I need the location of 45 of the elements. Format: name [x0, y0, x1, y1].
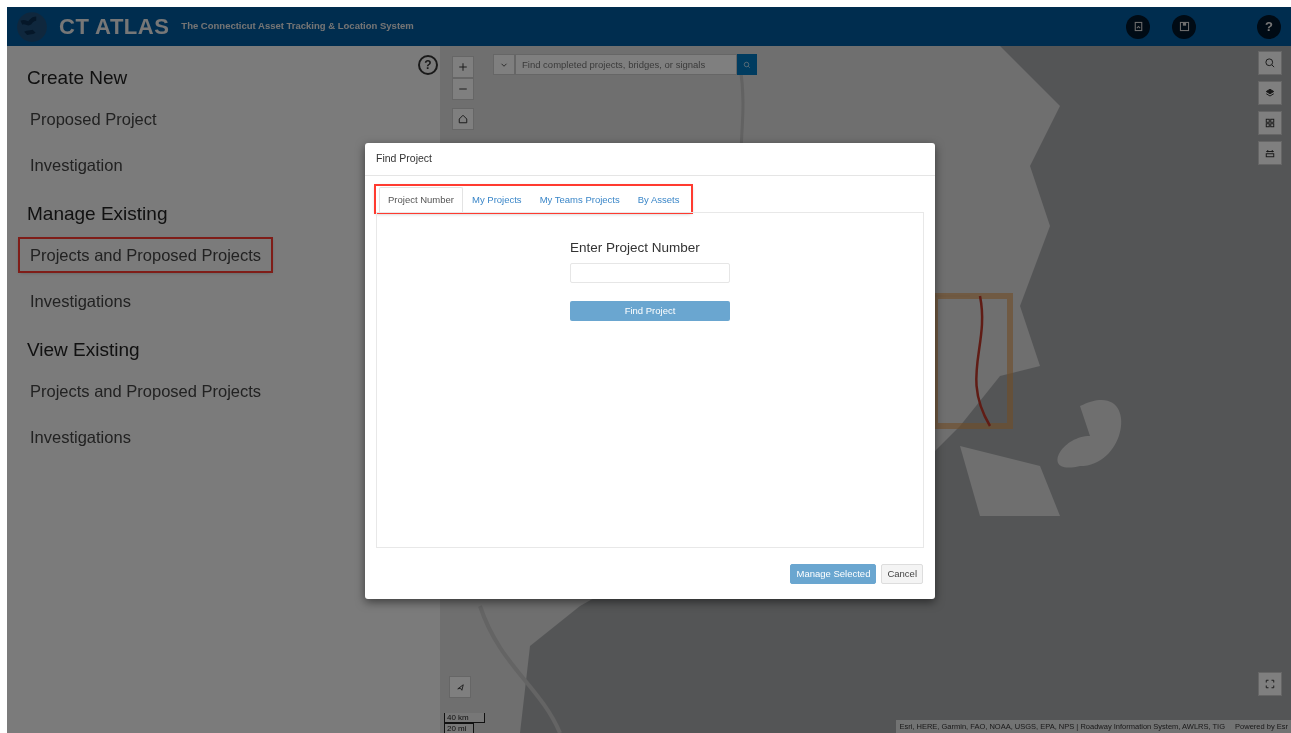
help-button[interactable]: ? [418, 55, 438, 75]
app-title: CT ATLAS [59, 13, 170, 41]
home-button[interactable] [452, 108, 474, 130]
search-icon [1264, 57, 1276, 69]
manage-selected-button[interactable]: Manage Selected [790, 563, 877, 584]
section-heading: Create New [27, 66, 128, 90]
fullscreen-button[interactable] [1258, 672, 1282, 696]
search-field[interactable]: Find completed projects, bridges, or signals [515, 54, 737, 75]
sidebar-link[interactable]: Investigations [20, 285, 141, 318]
dialog-title: Find Project [365, 143, 935, 177]
locate-icon [454, 681, 466, 693]
sidebar-link[interactable]: Investigation [20, 149, 133, 182]
measure-button[interactable] [1258, 141, 1282, 165]
help-button[interactable]: ? [1257, 14, 1281, 39]
layers-icon [1264, 87, 1276, 99]
sidebar-link[interactable]: Projects and Proposed Projects [20, 374, 272, 408]
field-label: Enter Project Number [570, 239, 701, 258]
zoom-in-button[interactable] [452, 56, 474, 78]
search-button[interactable] [1258, 51, 1282, 75]
zoom-out-button[interactable] [452, 78, 474, 100]
section-heading: View Existing [27, 338, 140, 362]
sidebar-link[interactable]: Proposed Project [20, 102, 167, 136]
app-subtitle: The Connecticut Asset Tracking & Location System [181, 19, 414, 34]
project-number-field[interactable] [570, 262, 730, 283]
tab[interactable]: Project Number [379, 187, 463, 213]
grid-icon [1264, 117, 1276, 129]
plus-icon [457, 61, 469, 73]
report-button[interactable] [1126, 14, 1150, 39]
layers-button[interactable] [1258, 81, 1282, 105]
find-project-button[interactable]: Find Project [570, 300, 730, 321]
sidebar-link[interactable]: Projects and Proposed Projects [20, 238, 272, 272]
save-icon [1177, 20, 1191, 33]
home-icon [457, 113, 469, 125]
locate-button[interactable] [449, 676, 471, 698]
fullscreen-icon [1264, 678, 1276, 690]
section-heading: Manage Existing [27, 202, 168, 226]
sidebar-link[interactable]: Investigations [20, 421, 141, 454]
basemap-button[interactable] [1258, 111, 1282, 135]
tab[interactable]: By Assets [628, 187, 689, 213]
save-button[interactable] [1172, 14, 1196, 39]
search-button[interactable] [737, 54, 757, 75]
cancel-button[interactable]: Cancel [881, 563, 923, 584]
tab[interactable]: My Teams Projects [530, 187, 629, 213]
tab[interactable]: My Projects [463, 187, 531, 213]
ruler-icon [1264, 147, 1276, 159]
